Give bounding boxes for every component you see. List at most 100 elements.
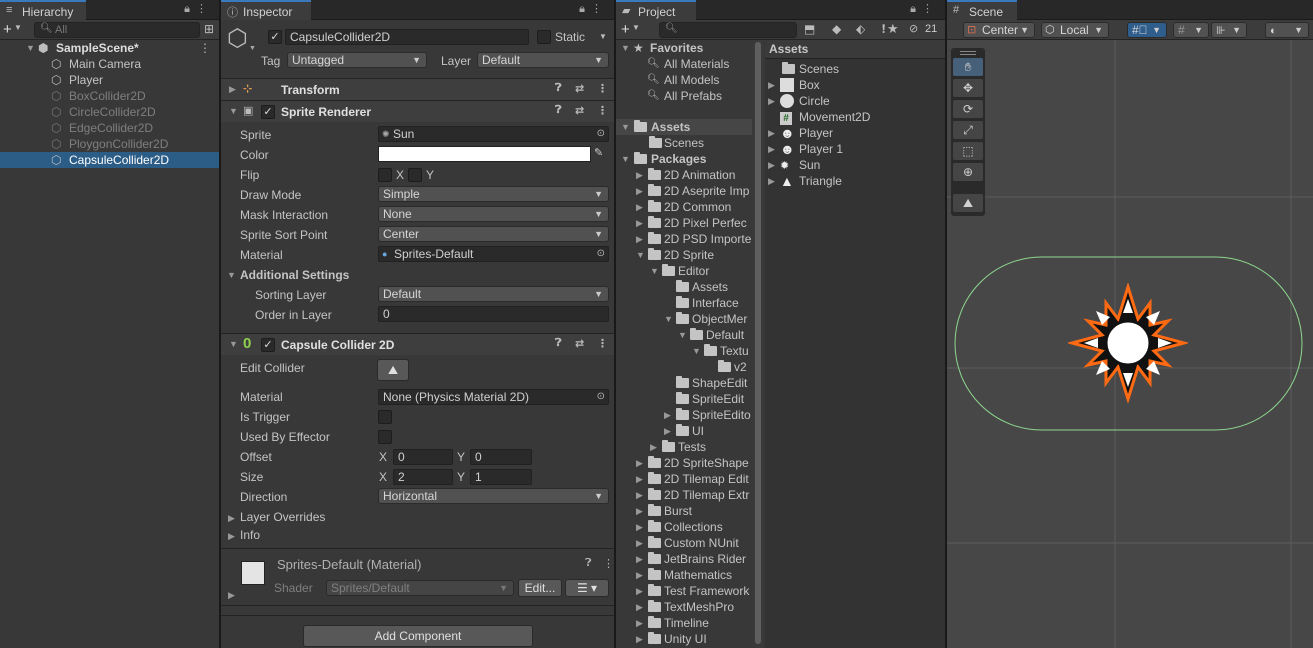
order-in-layer-field[interactable]: 0: [378, 306, 609, 322]
flip-x-checkbox[interactable]: [378, 168, 392, 182]
asset-item[interactable]: ▶ Box: [765, 77, 945, 93]
sprite-renderer-header[interactable]: ▼ ▣ ✓ Sprite Renderer ❓︎ ⇄ ⋮: [221, 100, 614, 122]
package-folder-item[interactable]: ▶ UI: [616, 423, 752, 439]
size-x-field[interactable]: 2: [393, 469, 453, 485]
collapse-triangle-icon[interactable]: ▼: [229, 106, 238, 116]
collapse-triangle-icon[interactable]: ▼: [678, 327, 687, 343]
hierarchy-item[interactable]: ⬡ EdgeCollider2D: [0, 120, 219, 136]
layer-dropdown[interactable]: Default ▼: [477, 52, 609, 68]
hierarchy-item[interactable]: ⬡ CapsuleCollider2D: [0, 152, 219, 168]
object-picker-icon[interactable]: ⊙: [597, 247, 605, 261]
component-menu-icon[interactable]: ⋮: [597, 337, 608, 350]
gameobject-name-field[interactable]: CapsuleCollider2D: [285, 29, 529, 45]
expand-triangle-icon[interactable]: ▼: [26, 40, 35, 56]
expand-triangle-icon[interactable]: ▶: [636, 503, 643, 519]
package-folder-item[interactable]: ▶ 2D PSD Importe: [616, 231, 752, 247]
favorites-row[interactable]: ▼ ★ Favorites: [616, 40, 752, 56]
expand-triangle-icon[interactable]: ▶: [636, 551, 643, 567]
is-trigger-checkbox[interactable]: [378, 410, 392, 424]
object-picker-icon[interactable]: ⊙: [597, 390, 605, 404]
used-by-effector-checkbox[interactable]: [378, 430, 392, 444]
project-tab-menu[interactable]: 🔒︎⋮: [910, 2, 939, 16]
label-tag-icon[interactable]: ⬖: [856, 22, 865, 36]
hierarchy-search-input[interactable]: 🔍︎ All: [34, 22, 200, 38]
content-breadcrumb[interactable]: Assets: [769, 42, 808, 56]
tab-inspector[interactable]: ⓘ Inspector: [221, 0, 311, 20]
expand-triangle-icon[interactable]: ▶: [636, 199, 643, 215]
sorting-layer-dropdown[interactable]: Default ▼: [378, 286, 609, 302]
expand-triangle-icon[interactable]: ▶: [228, 531, 235, 542]
search-filter-icon[interactable]: ⊞: [204, 22, 214, 36]
search-by-type-icon[interactable]: ⬒: [804, 22, 815, 36]
hierarchy-item[interactable]: ⬡ Player: [0, 72, 219, 88]
transform-header[interactable]: ▶ ⊹ Transform ❓︎ ⇄ ⋮: [221, 78, 614, 100]
expand-triangle-icon[interactable]: ▶: [636, 471, 643, 487]
collapse-triangle-icon[interactable]: ▼: [664, 311, 673, 327]
expand-triangle-icon[interactable]: ▶: [768, 77, 775, 93]
expand-triangle-icon[interactable]: ▶: [636, 231, 643, 247]
lock-icon[interactable]: 🔒︎: [910, 3, 922, 15]
create-button[interactable]: +: [3, 21, 12, 38]
package-folder-item[interactable]: ▶ Burst: [616, 503, 752, 519]
lock-icon[interactable]: 🔒︎: [184, 3, 196, 15]
info-foldout[interactable]: Info: [240, 528, 260, 542]
scene-row[interactable]: ▼ ⬢ SampleScene* ⋮: [0, 40, 219, 56]
expand-triangle-icon[interactable]: ▶: [228, 513, 235, 524]
draw-mode-dropdown[interactable]: Simple ▼: [378, 186, 609, 202]
asset-item[interactable]: ▶ ☻ Player 1: [765, 141, 945, 157]
package-folder-item[interactable]: ▼ ObjectMer: [616, 311, 752, 327]
edit-collider-button[interactable]: ⛰︎: [377, 359, 409, 381]
draw-mode-sphere-button[interactable]: ◐ ▼: [1265, 22, 1309, 38]
tab-hierarchy[interactable]: ≡ Hierarchy: [0, 0, 86, 20]
favorite-item[interactable]: 🔍︎ All Materials: [616, 56, 752, 72]
expand-triangle-icon[interactable]: ▶: [664, 423, 671, 439]
expand-triangle-icon[interactable]: ▶: [636, 631, 643, 647]
expand-triangle-icon[interactable]: ▶: [636, 599, 643, 615]
object-picker-icon[interactable]: ⊙: [597, 127, 605, 141]
sprite-object-field[interactable]: ✺ Sun ⊙: [378, 126, 609, 142]
direction-dropdown[interactable]: Horizontal ▼: [378, 488, 609, 504]
gameobject-active-toggle[interactable]: ✓: [268, 30, 282, 44]
presets-icon[interactable]: ⇄: [575, 337, 584, 350]
expand-triangle-icon[interactable]: ▶: [768, 125, 775, 141]
package-folder-item[interactable]: ▶ Collections: [616, 519, 752, 535]
expand-triangle-icon[interactable]: ▶: [650, 439, 657, 455]
overlay-drag-handle[interactable]: [960, 51, 976, 55]
scene-viewport[interactable]: ✋︎ ✥ ⟳ ⤢ ⬚ ⊕ ⛰︎: [947, 40, 1313, 648]
collapse-triangle-icon[interactable]: ▼: [227, 270, 236, 280]
asset-item[interactable]: ▶ ☻ Player: [765, 125, 945, 141]
package-folder-item[interactable]: ▶ SpriteEdito: [616, 407, 752, 423]
folder-tree-scrollbar[interactable]: [753, 40, 763, 648]
increment-snap-button[interactable]: # ▼: [1173, 22, 1209, 38]
color-field[interactable]: [378, 146, 591, 162]
hierarchy-item[interactable]: ⬡ CircleCollider2D: [0, 104, 219, 120]
component-menu-icon[interactable]: ⋮: [597, 104, 608, 117]
lock-icon[interactable]: 🔒︎: [579, 3, 591, 15]
move-tool-button[interactable]: ✥: [953, 79, 983, 97]
collapse-triangle-icon[interactable]: ▼: [621, 119, 630, 135]
package-folder-item[interactable]: ▶ Custom NUnit: [616, 535, 752, 551]
tab-scene[interactable]: # Scene: [947, 0, 1017, 20]
project-search-input[interactable]: 🔍︎: [659, 22, 797, 38]
expand-triangle-icon[interactable]: ▶: [636, 615, 643, 631]
collapse-triangle-icon[interactable]: ▼: [621, 40, 630, 56]
expand-triangle-icon[interactable]: ▶: [636, 487, 643, 503]
asset-item[interactable]: ▶ ▲ Triangle: [765, 173, 945, 189]
hand-tool-button[interactable]: ✋︎: [953, 58, 983, 76]
create-dropdown-icon[interactable]: ▼: [632, 23, 640, 32]
component-menu-icon[interactable]: ⋮: [597, 82, 608, 95]
expand-triangle-icon[interactable]: ▶: [636, 167, 643, 183]
capsule-collider-enabled-checkbox[interactable]: ✓: [261, 338, 275, 352]
package-folder-item[interactable]: ▶ Test Framework: [616, 583, 752, 599]
assets-root-row[interactable]: ▼ Assets: [616, 119, 752, 135]
hierarchy-item[interactable]: ⬡ BoxCollider2D: [0, 88, 219, 104]
gameobject-icon-dropdown[interactable]: ▼: [249, 45, 256, 52]
tab-project[interactable]: ▰ Project: [616, 0, 696, 20]
package-folder-item[interactable]: ▶ 2D Aseprite Imp: [616, 183, 752, 199]
rect-tool-button[interactable]: ⬚: [953, 142, 983, 160]
packages-root-row[interactable]: ▼ Packages: [616, 151, 752, 167]
hierarchy-item[interactable]: ⬡ PloygonCollider2D: [0, 136, 219, 152]
expand-triangle-icon[interactable]: ▶: [636, 215, 643, 231]
collapse-triangle-icon[interactable]: ▼: [636, 247, 645, 263]
favorite-item[interactable]: 🔍︎ All Prefabs: [616, 88, 752, 104]
